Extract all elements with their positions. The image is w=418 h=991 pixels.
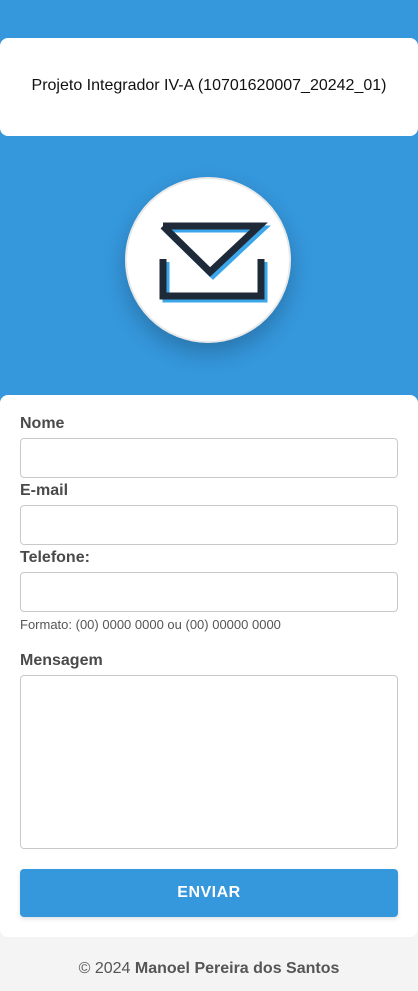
name-label: Nome: [20, 415, 65, 432]
title-card: Projeto Integrador IV-A (10701620007_202…: [0, 38, 418, 136]
email-input[interactable]: [20, 505, 398, 545]
copyright-text: © 2024: [78, 960, 131, 977]
name-input[interactable]: [20, 438, 398, 478]
footer: © 2024 Manoel Pereira dos Santos: [0, 960, 418, 978]
author-name: Manoel Pereira dos Santos: [134, 960, 340, 977]
message-label: Mensagem: [20, 652, 103, 669]
submit-button[interactable]: ENVIAR: [20, 869, 398, 917]
email-label: E-mail: [20, 482, 69, 499]
phone-label: Telefone:: [20, 549, 90, 566]
phone-format-hint: Formato: (00) 0000 0000 ou (00) 00000 00…: [20, 617, 281, 632]
message-textarea[interactable]: [20, 675, 398, 849]
envelope-icon: [159, 222, 271, 303]
logo-badge: [125, 177, 291, 343]
phone-input[interactable]: [20, 572, 398, 612]
page-title: Projeto Integrador IV-A (10701620007_202…: [31, 77, 387, 94]
contact-form: Nome E-mail Telefone: Formato: (00) 0000…: [0, 395, 418, 937]
